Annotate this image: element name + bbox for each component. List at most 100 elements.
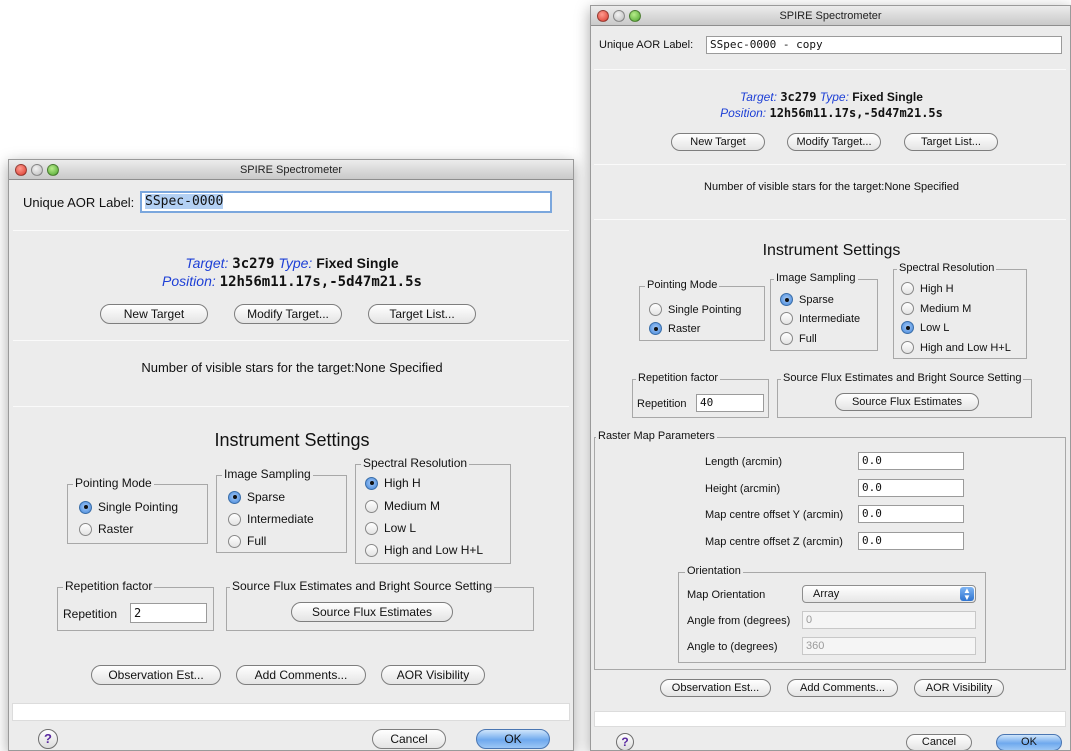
minimize-window-icon[interactable] <box>613 10 625 22</box>
radio-high-h[interactable]: High H <box>365 476 421 490</box>
radio-selected-icon <box>649 322 662 335</box>
zoom-window-icon[interactable] <box>47 164 59 176</box>
radio-unselected-icon <box>780 332 793 345</box>
length-input[interactable]: 0.0 <box>858 452 964 470</box>
minimize-window-icon[interactable] <box>31 164 43 176</box>
radio-selected-icon <box>79 500 92 514</box>
instrument-settings-heading: Instrument Settings <box>214 430 370 450</box>
angle-to-input[interactable]: 360 <box>802 637 976 655</box>
zoom-window-icon[interactable] <box>629 10 641 22</box>
pointing-mode-title: Pointing Mode <box>73 476 154 490</box>
radio-high-and-low[interactable]: High and Low H+L <box>901 341 1011 354</box>
repetition-factor-title: Repetition factor <box>636 372 721 384</box>
radio-label: High H <box>920 282 954 295</box>
radio-label: Low L <box>920 321 950 334</box>
help-icon[interactable]: ? <box>616 733 634 750</box>
radio-intermediate[interactable]: Intermediate <box>780 312 860 325</box>
repetition-input[interactable]: 40 <box>696 394 764 412</box>
radio-full[interactable]: Full <box>780 332 817 345</box>
status-bar <box>12 703 570 721</box>
aor-label-input[interactable]: SSpec-0000 <box>140 191 552 213</box>
modify-target-button[interactable]: Modify Target... <box>787 133 881 151</box>
add-comments-button[interactable]: Add Comments... <box>236 665 366 685</box>
radio-unselected-icon <box>649 303 662 316</box>
height-caption: Height (arcmin) <box>705 483 781 495</box>
new-target-button[interactable]: New Target <box>100 304 208 324</box>
radio-unselected-icon <box>901 302 914 315</box>
target-name: 3c279 <box>780 90 817 104</box>
radio-selected-icon <box>901 321 914 334</box>
raster-map-title: Raster Map Parameters <box>596 430 717 442</box>
radio-label: Full <box>247 534 267 548</box>
modify-target-button[interactable]: Modify Target... <box>234 304 342 324</box>
aor-visibility-button[interactable]: AOR Visibility <box>914 679 1004 697</box>
radio-single-pointing[interactable]: Single Pointing <box>79 500 178 514</box>
target-list-button[interactable]: Target List... <box>368 304 476 324</box>
observation-estimate-button[interactable]: Observation Est... <box>91 665 221 685</box>
source-flux-title: Source Flux Estimates and Bright Source … <box>230 579 495 593</box>
observation-estimate-button[interactable]: Observation Est... <box>660 679 771 697</box>
target-info: Target: 3c279 Type: Fixed Single <box>9 255 573 272</box>
divider <box>13 406 569 407</box>
add-comments-button[interactable]: Add Comments... <box>787 679 898 697</box>
ok-button[interactable]: OK <box>476 729 550 749</box>
aor-visibility-button[interactable]: AOR Visibility <box>381 665 485 685</box>
radio-label: Medium M <box>920 302 972 315</box>
map-orientation-select[interactable]: Array ▲ ▼ <box>802 585 976 603</box>
offset-z-caption: Map centre offset Z (arcmin) <box>705 536 843 548</box>
source-flux-estimates-button[interactable]: Source Flux Estimates <box>835 393 979 411</box>
type-value: Fixed Single <box>316 255 399 271</box>
divider <box>13 230 569 231</box>
help-icon[interactable]: ? <box>38 729 58 749</box>
target-list-button[interactable]: Target List... <box>904 133 998 151</box>
radio-single-pointing[interactable]: Single Pointing <box>649 303 741 316</box>
map-orientation-caption: Map Orientation <box>687 589 766 601</box>
close-window-icon[interactable] <box>597 10 609 22</box>
radio-unselected-icon <box>365 499 378 513</box>
radio-raster[interactable]: Raster <box>79 522 133 536</box>
radio-medium-m[interactable]: Medium M <box>901 302 971 315</box>
repetition-input[interactable]: 2 <box>130 603 207 623</box>
offset-z-input[interactable]: 0.0 <box>858 532 964 550</box>
radio-sparse[interactable]: Sparse <box>228 490 285 504</box>
up-down-arrows-icon: ▲ ▼ <box>960 587 974 602</box>
type-caption: Type: <box>819 90 849 104</box>
radio-sparse[interactable]: Sparse <box>780 293 834 306</box>
source-flux-estimates-button[interactable]: Source Flux Estimates <box>291 602 453 622</box>
radio-high-and-low[interactable]: High and Low H+L <box>365 543 483 557</box>
radio-low-l[interactable]: Low L <box>365 521 416 535</box>
divider <box>594 69 1066 70</box>
radio-selected-icon <box>228 490 241 504</box>
radio-full[interactable]: Full <box>228 534 266 548</box>
cancel-button[interactable]: Cancel <box>372 729 446 749</box>
divider <box>13 340 569 341</box>
offset-y-input[interactable]: 0.0 <box>858 505 964 523</box>
ok-button[interactable]: OK <box>996 734 1062 750</box>
radio-low-l[interactable]: Low L <box>901 321 949 334</box>
radio-unselected-icon <box>901 282 914 295</box>
angle-from-input[interactable]: 0 <box>802 611 976 629</box>
visible-stars-text: Number of visible stars for the target:N… <box>704 181 959 193</box>
new-target-button[interactable]: New Target <box>671 133 765 151</box>
height-input[interactable]: 0.0 <box>858 479 964 497</box>
aor-label-input[interactable]: SSpec-0000 - copy <box>706 36 1062 54</box>
radio-unselected-icon <box>79 522 92 536</box>
radio-label: Low L <box>384 521 417 535</box>
radio-high-h[interactable]: High H <box>901 282 954 295</box>
radio-intermediate[interactable]: Intermediate <box>228 512 314 526</box>
radio-label: High and Low H+L <box>920 341 1011 354</box>
radio-raster[interactable]: Raster <box>649 322 700 335</box>
orientation-title: Orientation <box>685 565 743 577</box>
repetition-factor-title: Repetition factor <box>63 579 155 593</box>
close-window-icon[interactable] <box>15 164 27 176</box>
position-caption: Position: <box>720 106 767 120</box>
divider <box>594 164 1066 165</box>
radio-unselected-icon <box>228 534 241 548</box>
radio-medium-m[interactable]: Medium M <box>365 499 440 513</box>
type-value: Fixed Single <box>852 90 923 104</box>
aor-label-caption: Unique AOR Label: <box>23 195 135 210</box>
position-info: Position: 12h56m11.17s,-5d47m21.5s <box>9 273 573 290</box>
cancel-button[interactable]: Cancel <box>906 734 972 750</box>
window-title: SPIRE Spectrometer <box>779 10 882 22</box>
image-sampling-title: Image Sampling <box>774 272 858 284</box>
